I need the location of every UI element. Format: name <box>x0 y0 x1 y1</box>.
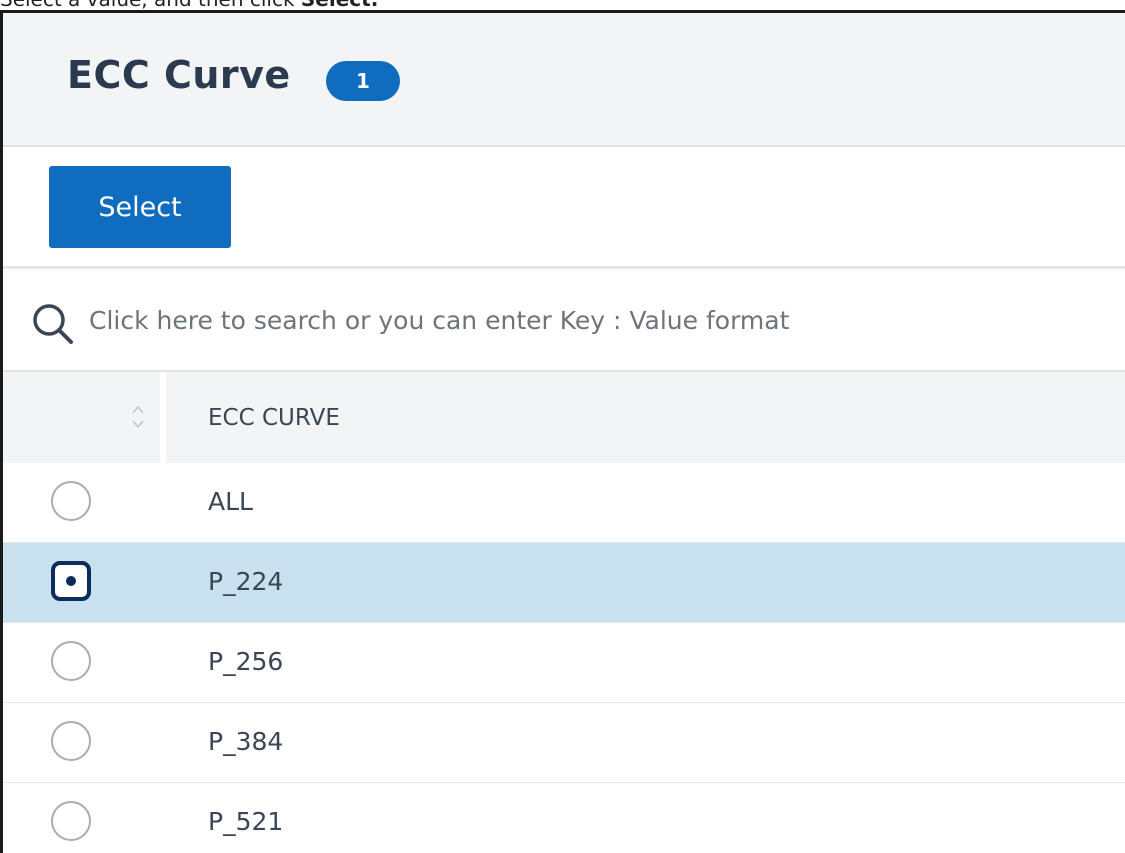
column-header-label: ECC CURVE <box>208 405 340 431</box>
row-radio[interactable] <box>51 721 91 761</box>
table-header: ECC CURVE <box>3 372 1125 463</box>
select-button[interactable]: Select <box>49 166 231 248</box>
row-label: P_224 <box>208 567 284 596</box>
selection-column-header[interactable] <box>3 372 160 463</box>
search-icon[interactable] <box>29 301 79 351</box>
table-body: ALL P_224 P_256 P_384 P_521 <box>3 463 1125 853</box>
row-radio[interactable] <box>51 801 91 841</box>
table-row[interactable]: ALL <box>3 463 1125 543</box>
search-input[interactable] <box>89 295 1089 345</box>
table-row[interactable]: P_256 <box>3 623 1125 703</box>
search-bar <box>3 269 1125 372</box>
toolbar: Select <box>3 147 1125 269</box>
row-radio[interactable] <box>51 561 91 601</box>
table-row[interactable]: P_384 <box>3 703 1125 783</box>
table-row[interactable]: P_224 <box>3 543 1125 623</box>
row-label: P_256 <box>208 647 284 676</box>
sort-icon[interactable] <box>131 404 145 430</box>
page-title: ECC Curve <box>67 53 291 97</box>
row-label: P_384 <box>208 727 284 756</box>
row-radio[interactable] <box>51 641 91 681</box>
row-label: P_521 <box>208 807 284 836</box>
count-badge: 1 <box>326 61 400 101</box>
column-header-ecc-curve[interactable]: ECC CURVE <box>166 372 1125 463</box>
table-row[interactable]: P_521 <box>3 783 1125 853</box>
row-label: ALL <box>208 487 253 516</box>
instruction-text: Select a value, and then click Select. <box>0 0 378 10</box>
ecc-curve-panel: ECC Curve 1 Select ECC CURVE ALL P_2 <box>0 10 1125 853</box>
panel-header: ECC Curve 1 <box>3 13 1125 147</box>
row-radio[interactable] <box>51 481 91 521</box>
